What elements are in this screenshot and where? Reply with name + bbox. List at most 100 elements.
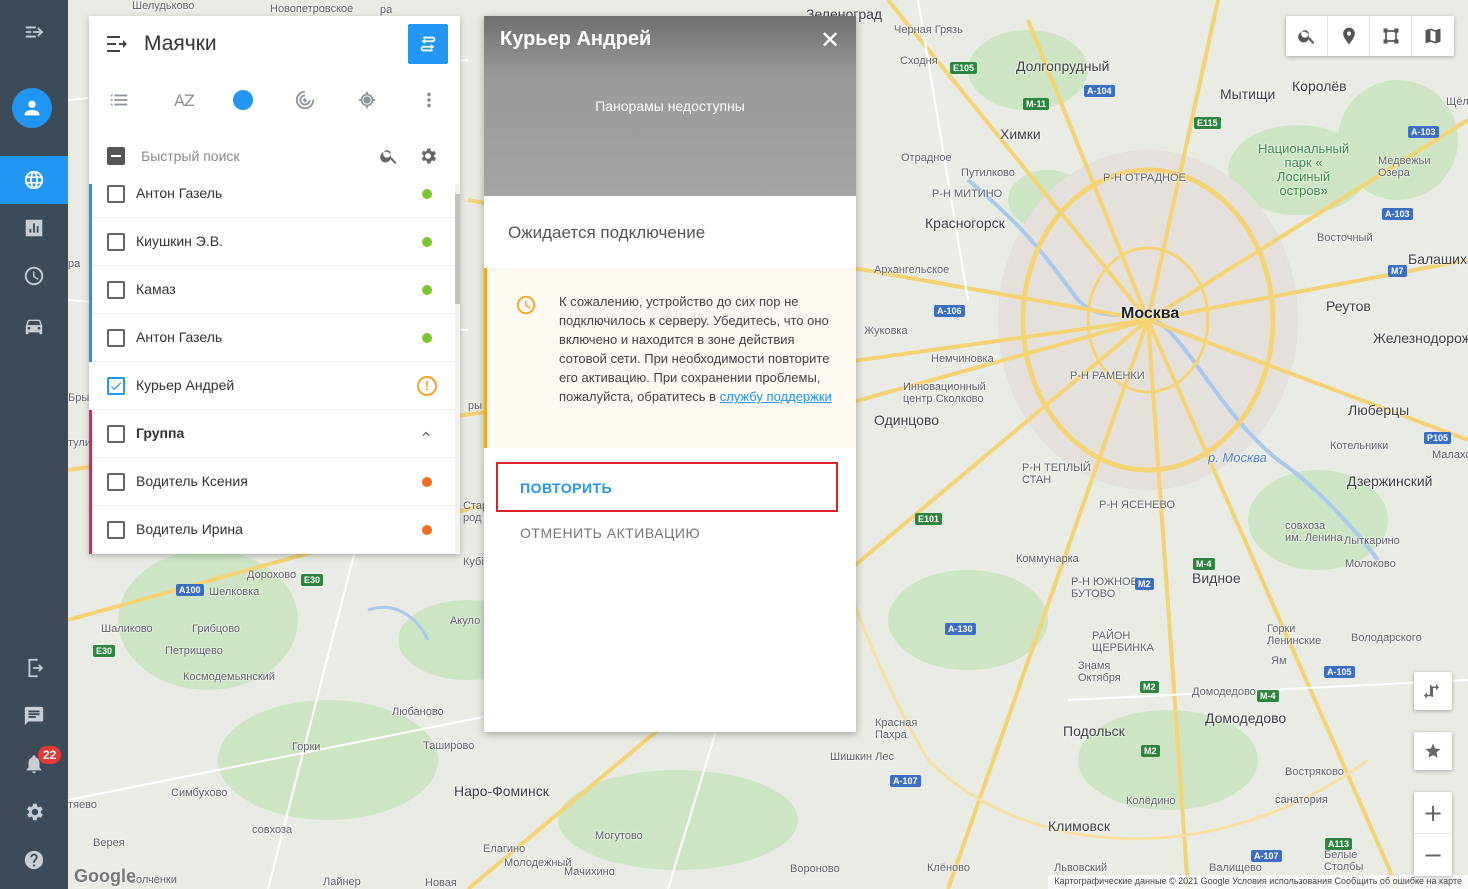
group-checkbox[interactable] [107,425,125,443]
list-item[interactable]: Антон Газель [89,314,455,362]
car-icon [25,319,43,335]
map-place-label: Реутов [1326,298,1371,314]
beacon-name: Водитель Ирина [136,521,243,537]
map-place-label: Верея [93,837,125,849]
list-item[interactable]: Водитель Ирина [89,506,455,554]
beacon-checkbox[interactable] [107,281,125,299]
nav-history-button[interactable] [0,252,68,300]
map-place-label: Щёлко [1446,96,1468,108]
locate-button[interactable] [355,88,379,112]
nav-map-button[interactable] [0,156,68,204]
panel-menu-button[interactable] [107,36,127,52]
beacon-checkbox[interactable] [107,233,125,251]
device-card: Курьер Андрей ✕ Панорамы недоступны Ожид… [484,16,856,732]
sort-az-button[interactable]: AZ [169,88,199,112]
map-place-label: Инновационный центр Сколково [903,381,986,405]
map-place-label: Балашиха [1408,251,1468,267]
beacon-checkbox[interactable] [107,521,125,539]
map-place-label: тяево [68,799,97,811]
beacon-checkbox[interactable] [107,329,125,347]
map-place-label: Р-Н ТЕПЛЫЙ СТАН [1022,462,1091,486]
help-icon [24,850,44,870]
more-options-button[interactable] [417,88,441,112]
collapse-group-button[interactable] [419,427,433,441]
list-item[interactable]: Водитель Ксения [89,458,455,506]
map-place-label: Коммунарка [1016,553,1079,565]
map-place-label: Одинцово [874,412,940,428]
map-place-label: Отрадное [901,152,952,164]
swap-view-button[interactable] [408,24,448,64]
list-icon [110,94,128,106]
globe-icon [24,170,44,190]
beacon-name: Антон Газель [136,329,223,345]
zoom-out-button[interactable]: − [1414,834,1452,876]
map-route-button[interactable] [1414,672,1452,710]
map-place-label: Красногорск [925,215,1005,231]
nav-vehicles-button[interactable] [0,302,68,350]
notice-text: К сожалению, устройство до сих пор не по… [559,292,839,406]
support-link[interactable]: службу поддержки [720,389,832,404]
map-place-label: Подольск [1063,723,1125,739]
road-shield: M2 [1141,745,1160,757]
map-place-label: Востряково [1285,766,1344,778]
user-avatar-button[interactable] [12,88,52,128]
list-item[interactable]: Антон Газель [89,184,455,218]
close-button[interactable]: ✕ [818,28,842,52]
map-place-label: Белые Столбы [1324,849,1364,873]
map-place-label: Могутово [595,830,643,842]
group-color-stripe [89,314,92,362]
search-input[interactable] [141,142,371,170]
map-search-button[interactable] [1286,16,1328,56]
map-place-button[interactable] [1328,16,1370,56]
beacon-checkbox-checked[interactable] [107,377,125,395]
beacon-checkbox[interactable] [107,185,125,203]
panel-toolbar: AZ [89,78,460,122]
map-geofence-button[interactable] [1370,16,1412,56]
gear-icon [27,803,43,821]
nav-settings-button[interactable] [0,788,68,836]
map-place-label: Симбухово [171,787,228,799]
signal-filter-button[interactable] [293,88,317,112]
list-item-selected[interactable]: Курьер Андрей ! [89,362,455,410]
nav-logout-button[interactable] [0,644,68,692]
map-attribution[interactable]: Картографические данные © 2021 Google Ус… [1048,875,1468,889]
map-place-label: Железнодорож [1373,330,1468,346]
road-shield: A-104 [1084,85,1115,97]
star-icon [1425,743,1441,758]
list-settings-button[interactable] [418,146,438,166]
list-item[interactable]: Киушкин Э.В. [89,218,455,266]
nav-reports-button[interactable] [0,204,68,252]
map-place-label: Климовск [1048,818,1110,834]
map-favorites-button[interactable] [1414,732,1452,770]
map-place-label: Грибцово [192,623,241,635]
collapse-menu-button[interactable] [0,8,68,56]
chat-icon [24,706,44,726]
list-view-button[interactable] [107,88,131,112]
beacon-name: Антон Газель [136,185,223,201]
more-vertical-icon [427,92,431,108]
group-color-stripe [89,266,92,314]
retry-button[interactable]: ПОВТОРИТЬ [496,462,838,512]
zoom-in-button[interactable]: + [1414,792,1452,834]
select-all-checkbox[interactable] [107,147,125,165]
group-color-stripe [89,506,92,554]
list-item[interactable]: Камаз [89,266,455,314]
group-row[interactable]: Группа [89,410,455,458]
search-button[interactable] [379,146,399,166]
map-place-label: Путилково [961,167,1015,179]
map-layers-button[interactable] [1412,16,1454,56]
notifications-count-badge: 22 [38,746,62,764]
map-place-label: Р-Н РАМЕНКИ [1070,370,1145,382]
map-place-label: Мытищи [1220,86,1276,102]
offline-status-dot [422,477,432,487]
polygon-select-icon [1383,28,1398,44]
list-scrollbar[interactable] [455,184,460,554]
filter-status-button[interactable] [231,88,255,112]
beacon-name: Камаз [136,281,176,297]
cancel-activation-button[interactable]: ОТМЕНИТЬ АКТИВАЦИЮ [520,525,700,541]
nav-help-button[interactable] [0,836,68,884]
beacon-checkbox[interactable] [107,473,125,491]
clock-icon [515,294,537,316]
nav-messages-button[interactable] [0,692,68,740]
road-shield: A-107 [890,775,921,787]
